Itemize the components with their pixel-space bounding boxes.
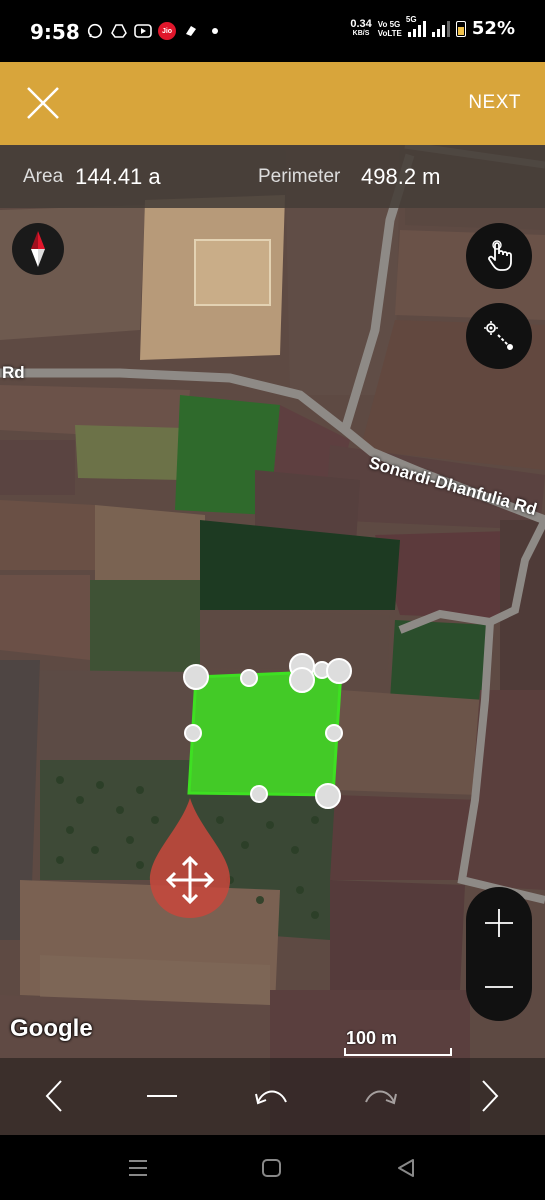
battery-percent: 52% xyxy=(471,18,515,39)
edit-toolbar xyxy=(0,1058,545,1135)
status-bar: 9:58 Jio 0.34 KB/S Vo 5G VoLTE 5G 52% xyxy=(0,0,545,62)
compass-icon[interactable] xyxy=(12,223,64,275)
map-scale: 100 m xyxy=(344,1028,454,1058)
perimeter-label: Perimeter xyxy=(258,166,341,187)
chevron-left-icon xyxy=(45,1080,62,1112)
move-marker[interactable] xyxy=(149,798,231,918)
dot-icon xyxy=(206,22,224,40)
undo-icon xyxy=(255,1090,287,1105)
net-speed: 0.34 KB/S xyxy=(350,17,372,39)
minus-icon xyxy=(147,1095,177,1097)
redo-button[interactable] xyxy=(358,1074,402,1118)
undo-button[interactable] xyxy=(250,1074,294,1118)
app-bar: NEXT xyxy=(0,62,545,145)
midpoint-handle[interactable] xyxy=(184,724,202,742)
vertex-handle[interactable] xyxy=(315,783,341,809)
network-type: 5G xyxy=(405,14,417,24)
next-button[interactable]: NEXT xyxy=(468,92,521,114)
volte-line1: Vo 5G xyxy=(377,19,401,29)
signal-bars-2-icon xyxy=(431,20,450,37)
tea-icon xyxy=(182,22,200,40)
area-label: Area xyxy=(23,166,64,187)
youtube-icon xyxy=(134,22,152,40)
delete-vertex-button[interactable] xyxy=(140,1074,184,1118)
scale-label: 100 m xyxy=(346,1028,398,1048)
status-system-icons: 0.34 KB/S Vo 5G VoLTE 5G 52% xyxy=(350,15,515,40)
home-icon[interactable] xyxy=(261,1157,285,1179)
midpoint-handle[interactable] xyxy=(325,724,343,742)
point-mode-button[interactable] xyxy=(466,303,532,369)
drive-icon xyxy=(110,22,128,40)
screen: 9:58 Jio 0.34 KB/S Vo 5G VoLTE 5G 52% NE… xyxy=(0,0,545,1200)
gps-walk-icon xyxy=(484,321,513,350)
whatsapp-icon xyxy=(86,22,104,40)
volte-indicator: Vo 5G VoLTE xyxy=(378,20,402,38)
midpoint-handle[interactable] xyxy=(250,785,268,803)
zoom-control xyxy=(466,887,532,1021)
vertex-handle[interactable] xyxy=(289,667,315,693)
net-speed-value: 0.34 xyxy=(350,17,372,30)
net-speed-unit: KB/S xyxy=(352,29,370,37)
plus-icon xyxy=(485,909,513,937)
midpoint-handle[interactable] xyxy=(240,669,258,687)
system-nav-bar xyxy=(0,1135,545,1200)
vertex-handle[interactable] xyxy=(183,664,209,690)
satellite-map[interactable]: Rd Sonardi-Dhanfulia Rd Google 100 m xyxy=(0,145,545,1135)
previous-vertex-button[interactable] xyxy=(32,1074,76,1118)
recents-icon[interactable] xyxy=(126,1157,150,1179)
status-time: 9:58 xyxy=(30,20,80,44)
vertex-handle[interactable] xyxy=(326,658,352,684)
next-vertex-button[interactable] xyxy=(468,1074,512,1118)
volte-line2: VoLTE xyxy=(377,28,402,38)
perimeter-value: 498.2 m xyxy=(361,164,441,189)
close-icon[interactable] xyxy=(24,84,62,122)
zoom-out-button[interactable] xyxy=(466,957,532,1017)
jio-icon: Jio xyxy=(158,22,176,40)
signal-5g: 5G xyxy=(406,15,426,37)
redo-icon xyxy=(365,1090,397,1105)
notification-icons: Jio xyxy=(86,22,224,40)
touch-mode-button[interactable] xyxy=(466,223,532,289)
battery-icon xyxy=(455,20,466,37)
chevron-right-icon xyxy=(482,1080,499,1112)
measurement-bar: Area 144.41 a Perimeter 498.2 m xyxy=(0,145,545,208)
back-icon[interactable] xyxy=(395,1157,419,1179)
zoom-in-button[interactable] xyxy=(466,893,532,953)
field-polygon[interactable] xyxy=(0,145,545,1135)
area-value: 144.41 a xyxy=(75,164,161,189)
hand-pointer-icon xyxy=(488,240,512,271)
scale-bar xyxy=(344,1048,452,1056)
minus-icon xyxy=(485,986,513,988)
google-attribution: Google xyxy=(10,1015,93,1042)
